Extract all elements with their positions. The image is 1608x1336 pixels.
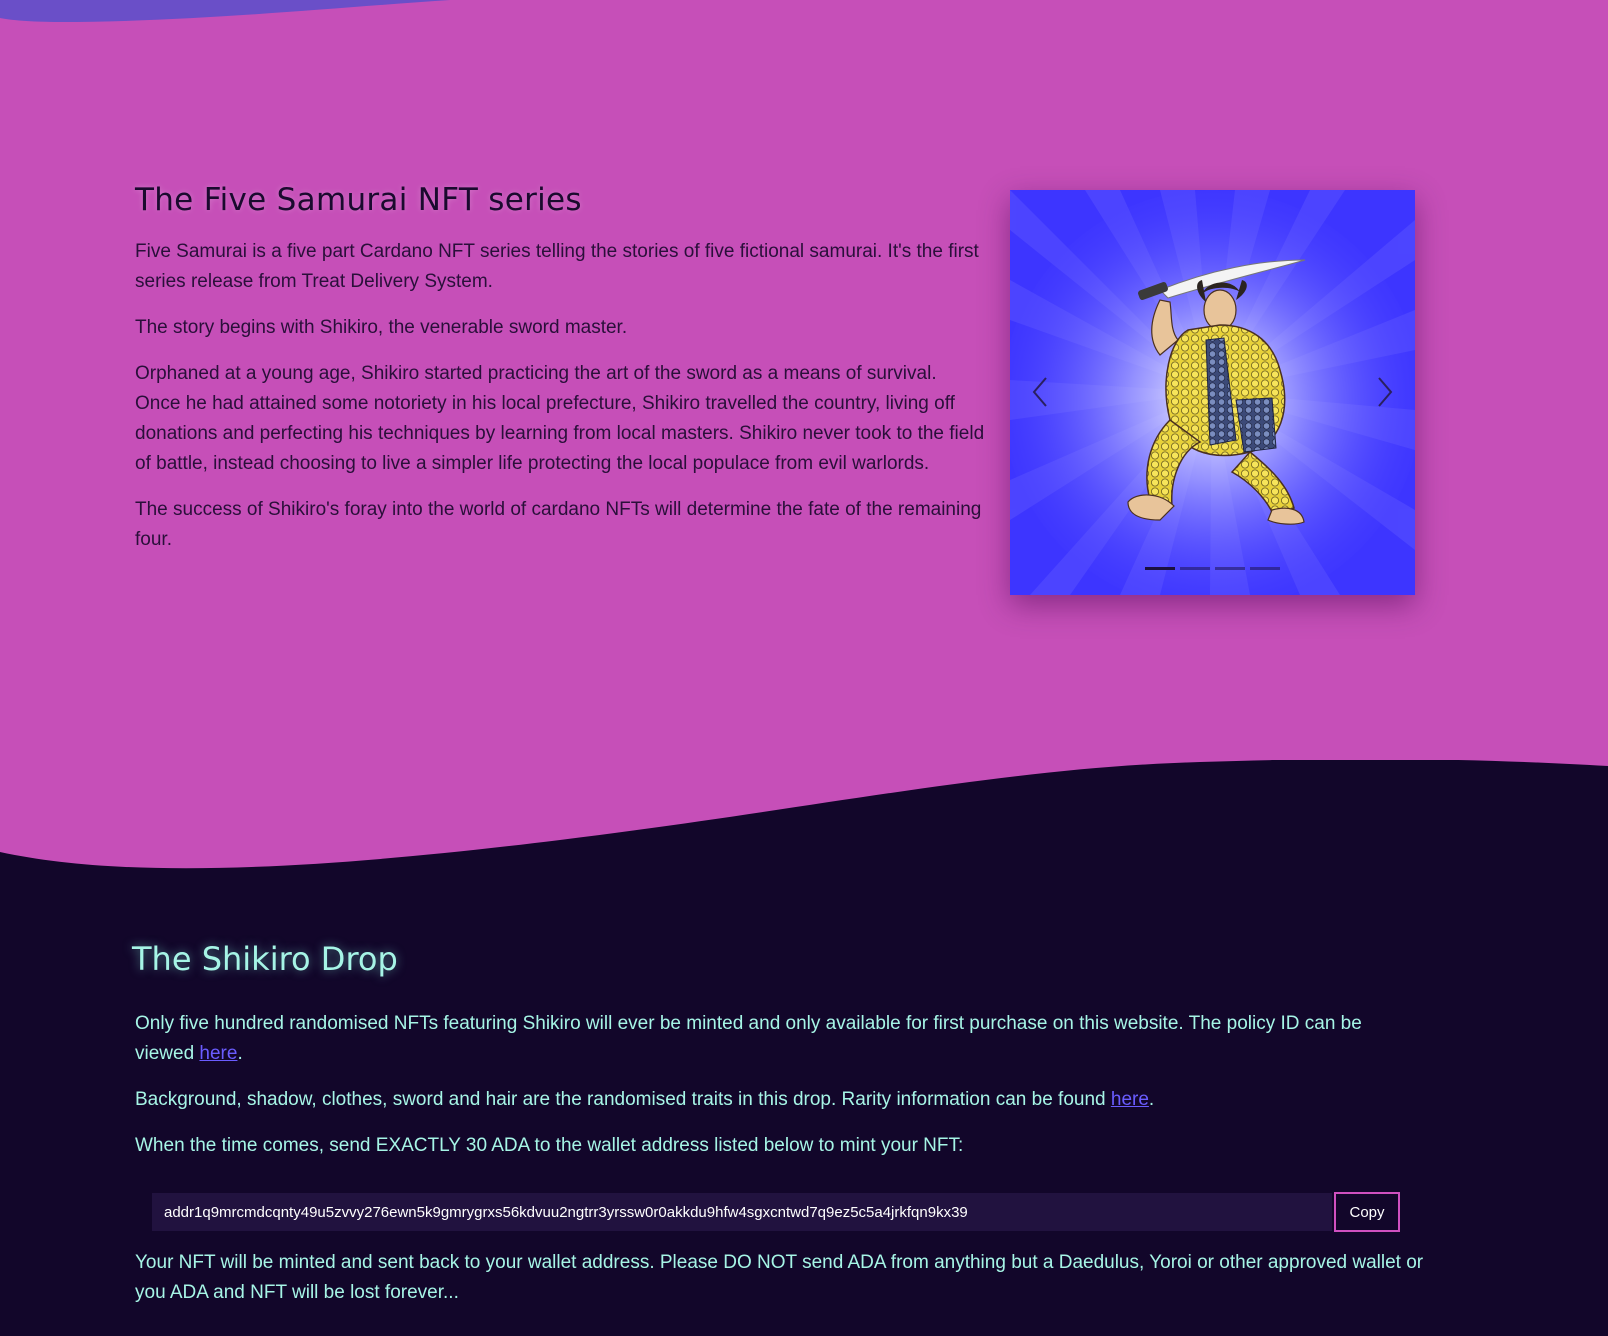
drop-description: Only five hundred randomised NFTs featur… (135, 1009, 1415, 1177)
nft-carousel[interactable] (1010, 190, 1415, 595)
series-title: The Five Samurai NFT series (135, 182, 582, 218)
drop-paragraph: When the time comes, send EXACTLY 30 ADA… (135, 1135, 964, 1156)
policy-id-link[interactable]: here (199, 1043, 237, 1064)
copy-address-button[interactable]: Copy (1334, 1192, 1400, 1232)
chevron-right-icon[interactable] (1371, 372, 1399, 412)
series-paragraph: The success of Shikiro's foray into the … (135, 499, 982, 550)
rarity-text: Background, shadow, clothes, sword and h… (135, 1089, 1111, 1110)
series-description: Five Samurai is a five part Cardano NFT … (135, 237, 987, 571)
carousel-indicator[interactable] (1180, 567, 1210, 570)
carousel-indicator[interactable] (1215, 567, 1245, 570)
carousel-indicators (1010, 567, 1415, 570)
drop-title: The Shikiro Drop (132, 940, 398, 978)
series-paragraph: The story begins with Shikiro, the vener… (135, 317, 628, 338)
punctuation: . (1148, 1089, 1155, 1110)
wallet-address-field[interactable] (152, 1193, 1332, 1231)
carousel-indicator[interactable] (1250, 567, 1280, 570)
rarity-info-link[interactable]: here (1111, 1089, 1149, 1110)
samurai-artwork-image (1010, 190, 1415, 595)
policy-text: Only five hundred randomised NFTs featur… (135, 1013, 1362, 1064)
drop-paragraph: Only five hundred randomised NFTs featur… (135, 1009, 1415, 1069)
drop-paragraph: Background, shadow, clothes, sword and h… (135, 1085, 1415, 1115)
chevron-left-icon[interactable] (1026, 372, 1054, 412)
wallet-address-row: Copy (152, 1192, 1400, 1232)
top-wave-decoration (0, 0, 450, 22)
page: The Five Samurai NFT series Five Samurai… (0, 0, 1608, 1336)
carousel-indicator[interactable] (1145, 567, 1175, 570)
drop-warning-text: Your NFT will be minted and sent back to… (135, 1252, 1424, 1303)
punctuation: . (237, 1043, 243, 1064)
series-paragraph: Orphaned at a young age, Shikiro started… (135, 363, 985, 474)
series-paragraph: Five Samurai is a five part Cardano NFT … (135, 241, 979, 292)
